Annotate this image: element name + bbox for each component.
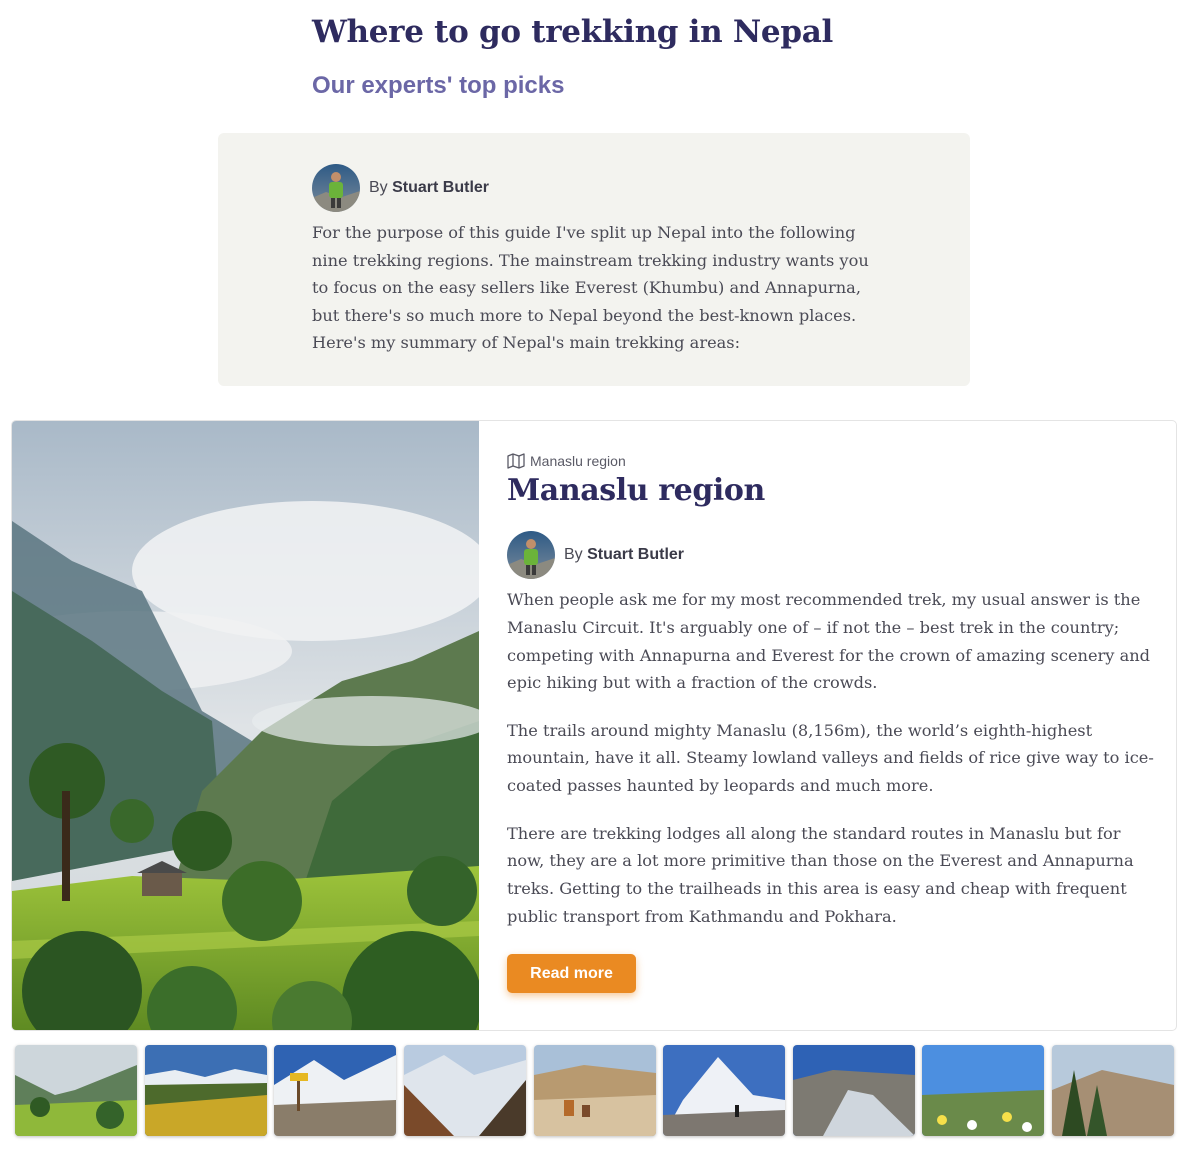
card-title[interactable]: Manaslu region: [507, 473, 765, 508]
card-paragraph: There are trekking lodges all along the …: [507, 823, 1134, 926]
card-paragraph: When people ask me for my most recommend…: [507, 590, 1151, 693]
author-name[interactable]: Stuart Butler: [392, 179, 489, 196]
page-subtitle: Our experts' top picks: [312, 72, 565, 99]
author-prefix: By: [369, 179, 388, 196]
thumb-manaslu-valley[interactable]: [15, 1045, 137, 1136]
card-paragraph: The trails around mighty Manaslu (8,156m…: [507, 720, 1154, 796]
map-icon: [507, 453, 525, 469]
thumb-mule-caravan[interactable]: [534, 1045, 656, 1136]
author-avatar[interactable]: [507, 531, 555, 579]
author-byline: By Stuart Butler: [564, 546, 684, 564]
region-crumb-label: Manaslu region: [530, 453, 626, 469]
thumb-trail-sign-snow[interactable]: [274, 1045, 396, 1136]
thumb-river-valley[interactable]: [793, 1045, 915, 1136]
thumb-pine-forest-peaks[interactable]: [1052, 1045, 1174, 1136]
page-title: Where to go trekking in Nepal: [312, 14, 833, 50]
intro-text: For the purpose of this guide I've split…: [312, 223, 869, 353]
thumb-yellow-flowers-hillside[interactable]: [145, 1045, 267, 1136]
region-breadcrumb[interactable]: Manaslu region: [507, 453, 626, 469]
author-name[interactable]: Stuart Butler: [587, 546, 684, 563]
card-body: When people ask me for my most recommend…: [507, 586, 1155, 950]
read-more-button[interactable]: Read more: [507, 954, 636, 993]
card-author[interactable]: By Stuart Butler: [507, 531, 684, 579]
intro-box: By Stuart Butler For the purpose of this…: [218, 133, 970, 386]
author-avatar[interactable]: [312, 164, 360, 212]
intro-author[interactable]: By Stuart Butler: [312, 164, 489, 212]
thumb-mountain-gorge[interactable]: [404, 1045, 526, 1136]
manaslu-landscape-photo: [12, 421, 479, 1030]
thumb-wildflowers-sky[interactable]: [922, 1045, 1044, 1136]
region-card: Manaslu region Manaslu region By Stuart …: [11, 420, 1177, 1031]
author-byline: By Stuart Butler: [369, 179, 489, 197]
thumb-snow-peak-trekker[interactable]: [663, 1045, 785, 1136]
author-prefix: By: [564, 546, 583, 563]
